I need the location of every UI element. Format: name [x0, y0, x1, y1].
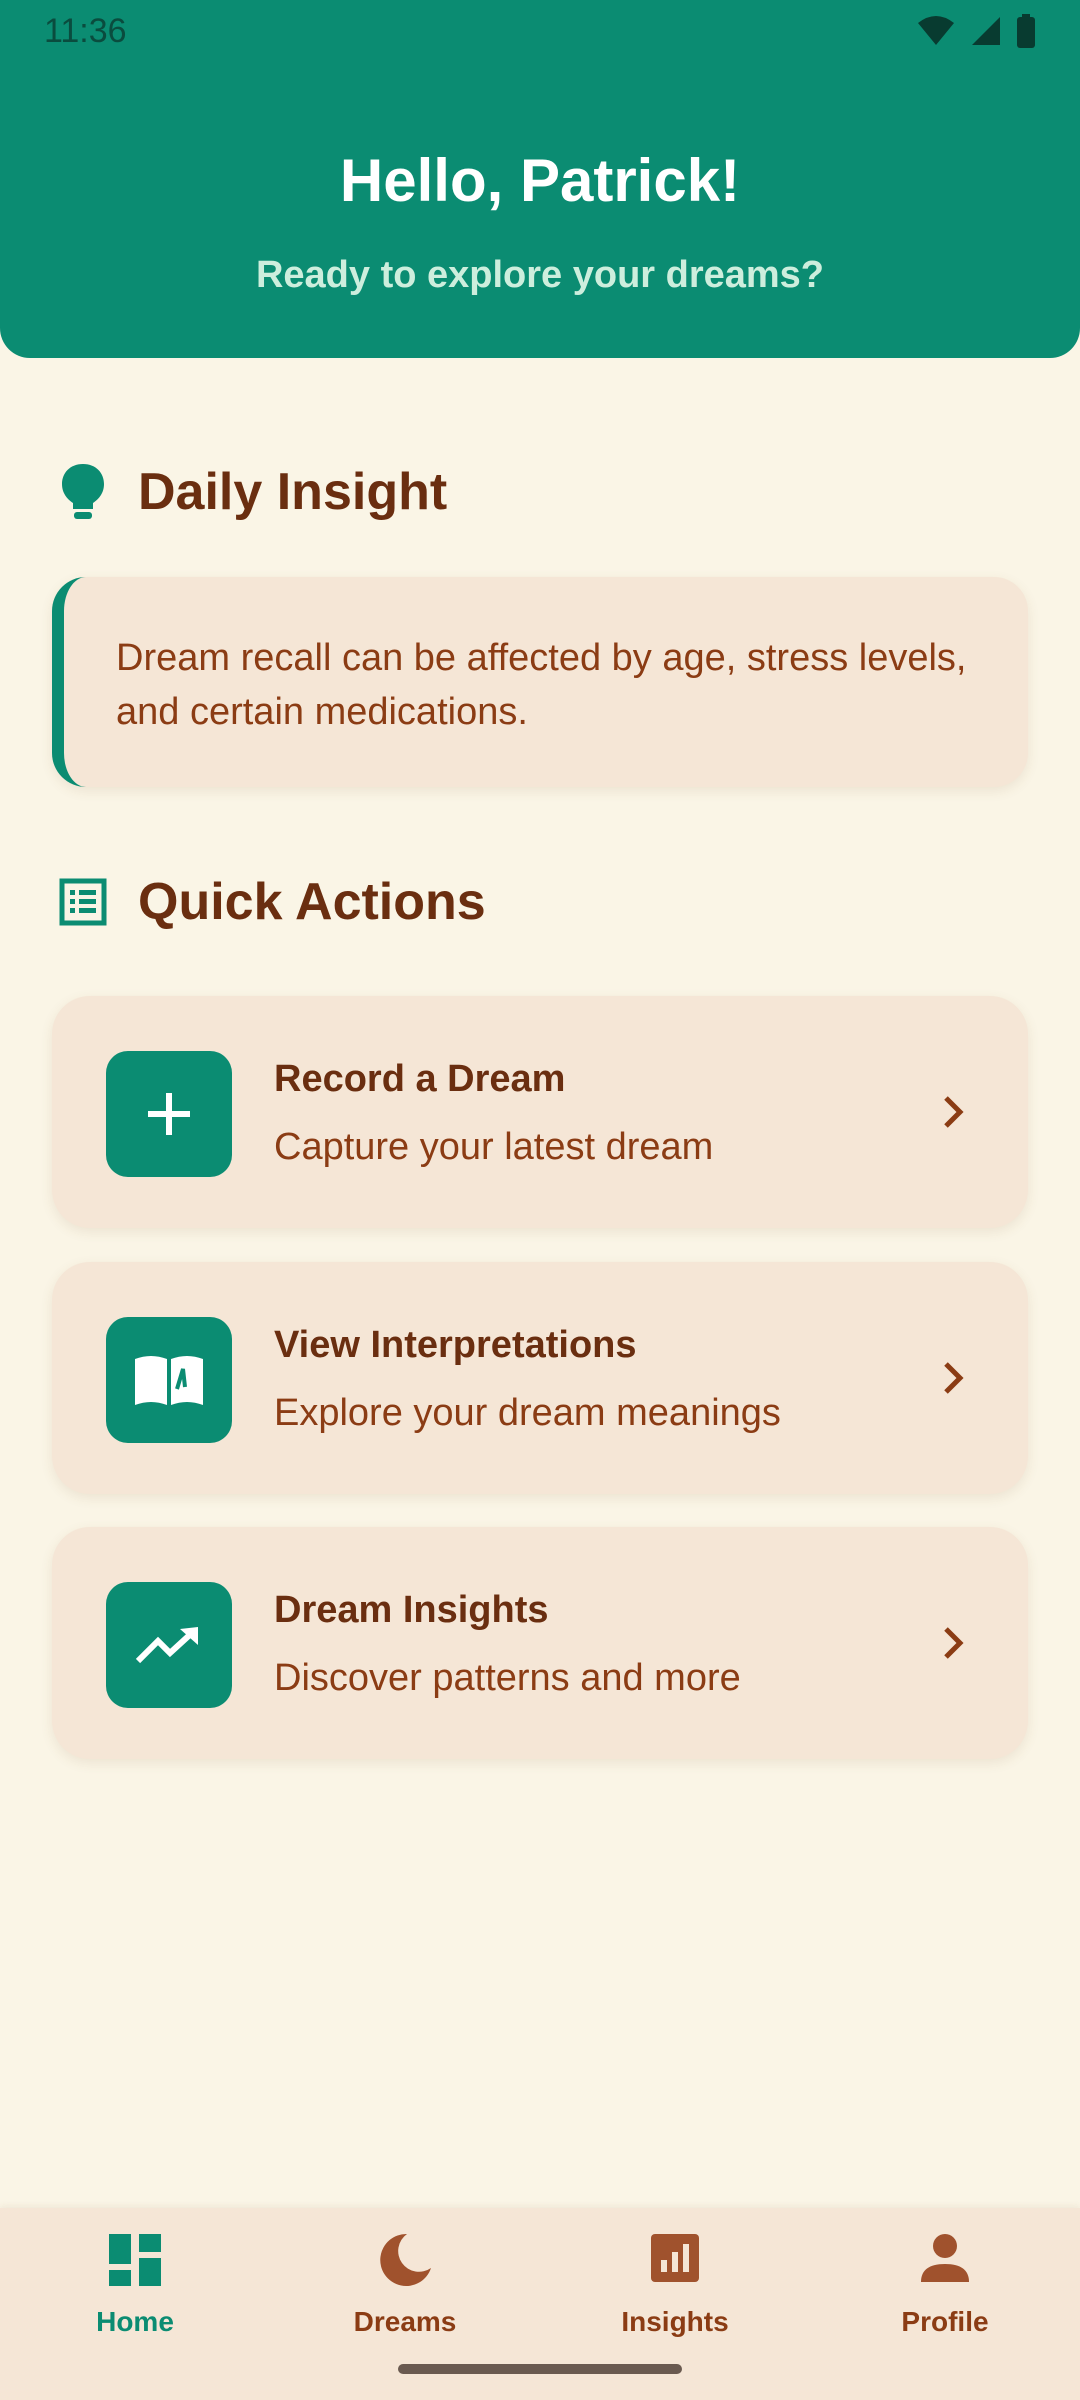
nav-label-profile: Profile [901, 2306, 989, 2337]
signal-icon [972, 17, 1000, 45]
person-icon [921, 2234, 969, 2282]
status-time: 11:36 [44, 11, 127, 50]
dream-insights-card[interactable]: Dream Insights Discover patterns and mor… [52, 1527, 1028, 1759]
nav-item-profile[interactable]: Profile [810, 2208, 1080, 2400]
view-interpretations-title: View Interpretations [274, 1324, 637, 1366]
nav-label-home: Home [96, 2306, 174, 2337]
daily-insight-title: Daily Insight [138, 463, 448, 521]
book-icon [135, 1356, 203, 1405]
battery-icon [1017, 14, 1035, 48]
nav-label-dreams: Dreams [353, 2306, 457, 2337]
greeting-subtitle: Ready to explore your dreams? [255, 254, 825, 296]
home-indicator[interactable] [398, 2364, 682, 2374]
quick-actions-title: Quick Actions [138, 873, 486, 931]
nav-item-home[interactable]: Home [0, 2208, 270, 2400]
dream-insights-title: Dream Insights [274, 1589, 549, 1631]
record-dream-title: Record a Dream [274, 1058, 566, 1100]
view-interpretations-subtitle: Explore your dream meanings [274, 1392, 781, 1434]
daily-insight-heading: Daily Insight [58, 462, 447, 522]
greeting-title: Hello, Patrick! [339, 147, 741, 214]
quick-actions-heading: Quick Actions [58, 872, 486, 932]
plus-icon [148, 1093, 190, 1135]
dashboard-icon [109, 2234, 161, 2286]
dream-insights-icon-tile [106, 1582, 232, 1708]
moon-icon [380, 2233, 431, 2286]
view-interpretations-icon-tile [106, 1317, 232, 1443]
nav-label-insights: Insights [621, 2306, 729, 2337]
daily-insight-text: Dream recall can be affected by age, str… [116, 637, 967, 733]
daily-insight-card: Dream recall can be affected by age, str… [52, 577, 1028, 787]
view-interpretations-card[interactable]: View Interpretations Explore your dream … [52, 1262, 1028, 1494]
wifi-icon [918, 16, 954, 45]
record-dream-subtitle: Capture your latest dream [274, 1126, 714, 1168]
record-dream-icon-tile [106, 1051, 232, 1177]
chevron-right-icon [944, 1627, 964, 1659]
bar-chart-icon [651, 2234, 699, 2282]
header: 11:36 Hello, Patrick! Ready to explore y… [0, 0, 1080, 358]
list-icon [59, 878, 107, 926]
status-bar: 11:36 [0, 0, 1080, 62]
lightbulb-icon [62, 464, 104, 519]
trending-up-icon [136, 1627, 198, 1664]
chevron-right-icon [944, 1096, 964, 1128]
dream-insights-subtitle: Discover patterns and more [274, 1657, 741, 1699]
chevron-right-icon [944, 1362, 964, 1394]
status-icons [916, 14, 1036, 48]
record-dream-card[interactable]: Record a Dream Capture your latest dream [52, 996, 1028, 1228]
